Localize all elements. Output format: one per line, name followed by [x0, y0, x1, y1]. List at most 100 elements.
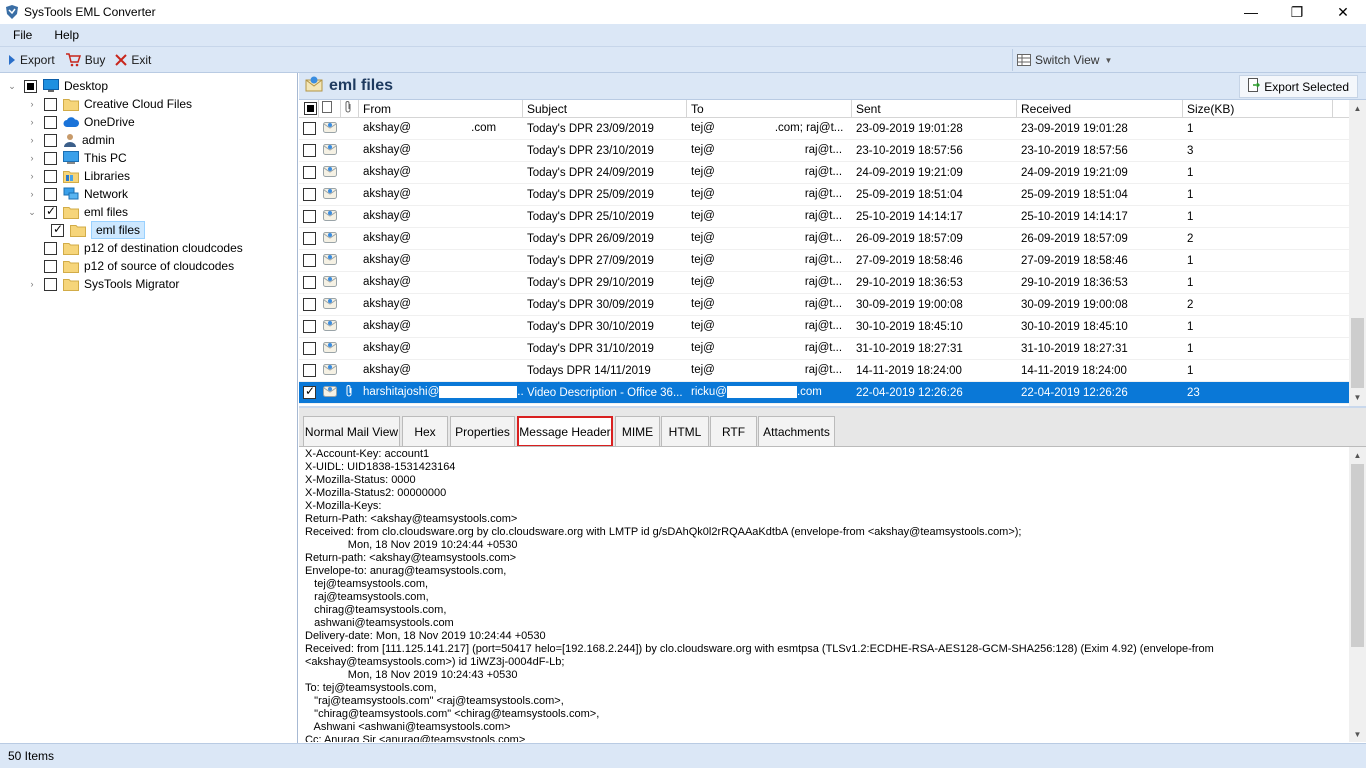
to-more: raj@t... [804, 276, 843, 289]
to-address: tej@ [691, 276, 715, 289]
switch-view-dropdown[interactable]: Switch View ▼ [1012, 49, 1112, 71]
tree-item[interactable]: › OneDrive [26, 113, 135, 131]
close-button[interactable]: ✕ [1320, 0, 1366, 24]
table-row[interactable]: akshay@ Todays DPR 14/11/2019 tej@ raj@t...… [299, 360, 1349, 382]
table-row[interactable]: akshay@ Today's DPR 31/10/2019 tej@ raj@t..… [299, 338, 1349, 360]
scroll-thumb[interactable] [1351, 318, 1364, 388]
row-checkbox[interactable] [299, 273, 319, 292]
table-row[interactable]: akshay@ Today's DPR 30/09/2019 tej@ raj@t..… [299, 294, 1349, 316]
tree-item[interactable]: › Network [26, 185, 129, 203]
column-size[interactable]: Size(KB) [1183, 100, 1333, 118]
expand-right-icon[interactable]: › [26, 153, 38, 163]
row-checkbox[interactable] [299, 229, 319, 248]
expand-right-icon[interactable]: › [26, 99, 38, 109]
tab-properties[interactable]: Properties [450, 416, 515, 447]
table-row[interactable]: akshay@ .com Today's DPR 23/09/2019 tej@ .co… [299, 118, 1349, 140]
tree-item[interactable]: ⌄ eml files [26, 203, 128, 221]
row-checkbox[interactable] [299, 383, 319, 402]
row-checkbox[interactable] [299, 361, 319, 380]
table-row[interactable]: akshay@ Today's DPR 26/09/2019 tej@ raj@t..… [299, 228, 1349, 250]
table-row[interactable]: akshay@ Today's DPR 25/10/2019 tej@ raj@t..… [299, 206, 1349, 228]
tab-hex[interactable]: Hex [402, 416, 448, 447]
tree-checkbox[interactable] [44, 241, 57, 255]
tree-item[interactable]: › admin [26, 131, 115, 149]
tree-checkbox[interactable] [44, 169, 57, 183]
column-from[interactable]: From [359, 100, 523, 118]
export-button[interactable]: Export [6, 53, 57, 67]
expand-right-icon[interactable]: › [26, 279, 38, 289]
expand-right-icon[interactable]: › [26, 117, 38, 127]
column-subject[interactable]: Subject [523, 100, 687, 118]
tree-checkbox[interactable] [44, 259, 57, 273]
tree-checkbox[interactable] [44, 277, 57, 291]
tab-attachments[interactable]: Attachments [758, 416, 835, 447]
table-row[interactable]: akshay@ Today's DPR 23/10/2019 tej@ raj@t..… [299, 140, 1349, 162]
expand-down-icon[interactable]: ⌄ [6, 81, 18, 92]
row-checkbox[interactable] [299, 207, 319, 226]
tree-item[interactable]: ⌄ Desktop [6, 77, 108, 95]
tab-mime[interactable]: MIME [615, 416, 660, 447]
tree-checkbox[interactable] [51, 222, 64, 237]
row-checkbox[interactable] [299, 163, 319, 182]
tab-rtf[interactable]: RTF [710, 416, 757, 447]
tree-checkbox[interactable] [44, 115, 57, 129]
tab-html[interactable]: HTML [661, 416, 709, 447]
exit-button[interactable]: Exit [113, 53, 153, 67]
expand-right-icon[interactable]: › [26, 189, 38, 199]
menu-file[interactable]: File [4, 28, 41, 42]
tree-checkbox[interactable] [44, 97, 57, 111]
export-selected-button[interactable]: Export Selected [1239, 75, 1358, 98]
table-row[interactable]: akshay@ Today's DPR 27/09/2019 tej@ raj@t..… [299, 250, 1349, 272]
tab-message-header[interactable]: Message Header [517, 416, 613, 447]
column-sent[interactable]: Sent [852, 100, 1017, 118]
tree-item[interactable]: eml files [45, 221, 146, 239]
tree-checkbox[interactable] [44, 133, 57, 147]
email-list-scrollbar[interactable]: ▲ ▼ [1349, 100, 1366, 406]
row-checkbox[interactable] [299, 141, 319, 160]
menu-help[interactable]: Help [45, 28, 88, 42]
cell-subject: Today's DPR 25/10/2019 [527, 210, 654, 223]
tree-item[interactable]: p12 of source of cloudcodes [26, 257, 234, 275]
expand-right-icon[interactable]: › [26, 135, 38, 145]
cell-size: 1 [1187, 364, 1194, 377]
cell-subject: Today's DPR 23/09/2019 [527, 122, 654, 135]
row-checkbox[interactable] [299, 339, 319, 358]
table-row[interactable]: akshay@ Today's DPR 29/10/2019 tej@ raj@t..… [299, 272, 1349, 294]
scroll-up-icon[interactable]: ▲ [1349, 447, 1366, 464]
maximize-button[interactable]: ❐ [1274, 0, 1320, 24]
expand-right-icon[interactable]: › [26, 171, 38, 181]
column-received[interactable]: Received [1017, 100, 1183, 118]
row-checkbox[interactable] [299, 251, 319, 270]
tree-checkbox[interactable] [44, 151, 57, 165]
buy-button[interactable]: Buy [63, 53, 108, 67]
scroll-down-icon[interactable]: ▼ [1349, 726, 1366, 742]
row-checkbox[interactable] [299, 317, 319, 336]
table-row[interactable]: harshitajoshi@... Video Description - Off… [299, 382, 1349, 404]
table-row[interactable]: akshay@ Today's DPR 30/10/2019 tej@ raj@t..… [299, 316, 1349, 338]
row-checkbox[interactable] [299, 295, 319, 314]
table-row[interactable]: akshay@ Today's DPR 25/09/2019 tej@ raj@t..… [299, 184, 1349, 206]
content-scrollbar[interactable]: ▲ ▼ [1349, 447, 1366, 742]
tree-checkbox[interactable] [24, 79, 37, 93]
tree-item[interactable]: p12 of destination cloudcodes [26, 239, 243, 257]
column-to[interactable]: To [687, 100, 852, 118]
tree-item[interactable]: › Creative Cloud Files [26, 95, 192, 113]
select-all-checkbox[interactable] [299, 100, 319, 118]
minimize-button[interactable]: — [1228, 0, 1274, 24]
row-checkbox[interactable] [299, 185, 319, 204]
expand-down-icon[interactable]: ⌄ [26, 207, 38, 218]
cell-subject: Today's DPR 24/09/2019 [527, 166, 654, 179]
tree-checkbox[interactable] [44, 204, 57, 219]
table-row[interactable]: akshay@ Today's DPR 24/09/2019 tej@ raj@t..… [299, 162, 1349, 184]
tab-normal-mail-view[interactable]: Normal Mail View [303, 416, 400, 447]
tree-item[interactable]: › Libraries [26, 167, 130, 185]
scroll-down-icon[interactable]: ▼ [1349, 389, 1366, 406]
tree-item[interactable]: › This PC [26, 149, 127, 167]
export-doc-icon [1248, 78, 1261, 95]
envelope-icon [319, 385, 341, 400]
tree-item[interactable]: › SysTools Migrator [26, 275, 179, 293]
scroll-thumb[interactable] [1351, 464, 1364, 647]
row-checkbox[interactable] [299, 119, 319, 138]
scroll-up-icon[interactable]: ▲ [1349, 100, 1366, 117]
tree-checkbox[interactable] [44, 187, 57, 201]
